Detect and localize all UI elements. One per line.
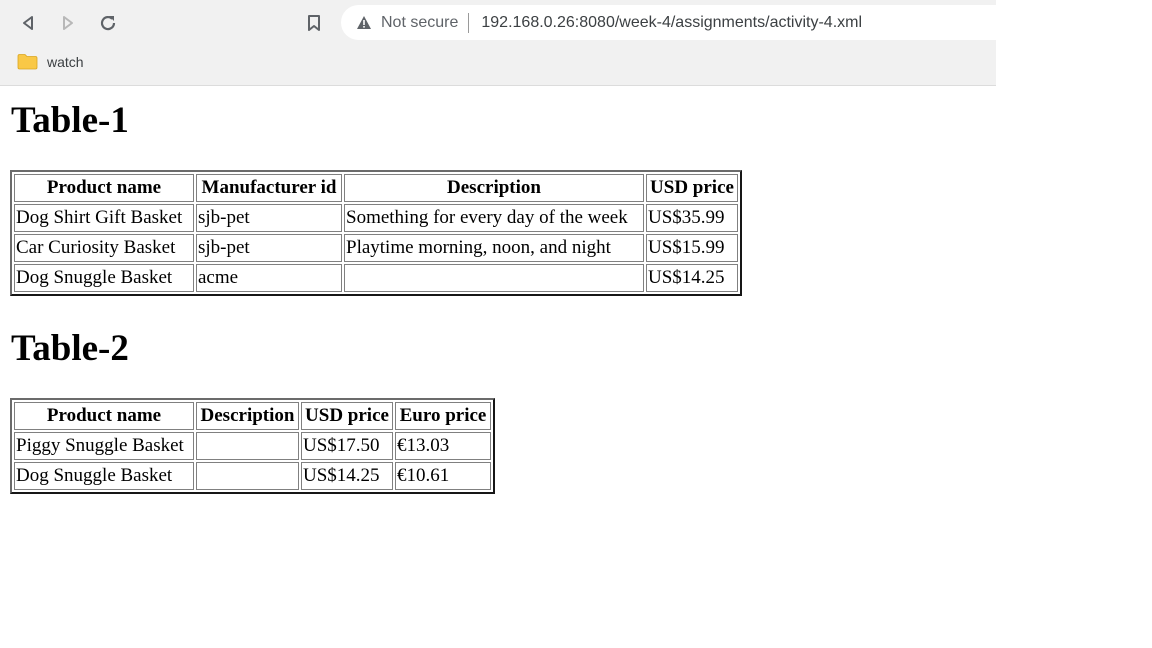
bookmark-label: watch [47, 53, 84, 70]
bookmark-icon [308, 15, 320, 31]
bookmark-folder-watch[interactable]: watch [17, 53, 84, 70]
table-row: Piggy Snuggle Basket US$17.50 €13.03 [14, 432, 491, 460]
table-cell: sjb-pet [196, 204, 342, 232]
table-cell: sjb-pet [196, 234, 342, 262]
table-cell: €10.61 [395, 462, 491, 490]
url-text[interactable]: 192.168.0.26:8080/week-4/assignments/act… [481, 14, 862, 32]
table-cell: acme [196, 264, 342, 292]
table-cell: US$15.99 [646, 234, 738, 262]
table-cell [196, 462, 299, 490]
warning-icon[interactable] [355, 14, 373, 32]
table-cell: US$14.25 [646, 264, 738, 292]
column-header: Euro price [395, 402, 491, 430]
table-cell: Dog Snuggle Basket [14, 462, 194, 490]
table-header-row: Product name Description USD price Euro … [14, 402, 491, 430]
browser-toolbar: Not secure 192.168.0.26:8080/week-4/assi… [0, 0, 1001, 86]
table-cell [344, 264, 644, 292]
table-1-heading: Table-1 [11, 100, 129, 141]
address-divider [468, 12, 470, 33]
table-cell: US$35.99 [646, 204, 738, 232]
table-cell: Piggy Snuggle Basket [14, 432, 194, 460]
forward-button[interactable] [55, 10, 81, 36]
folder-icon [17, 54, 38, 70]
table-cell: Dog Shirt Gift Basket [14, 204, 194, 232]
table-cell: US$17.50 [301, 432, 393, 460]
reload-button[interactable] [95, 10, 121, 36]
column-header: Description [344, 174, 644, 202]
table-cell: Playtime morning, noon, and night [344, 234, 644, 262]
table-row: Dog Shirt Gift Basket sjb-pet Something … [14, 204, 738, 232]
page-content: Table-1 Product name Manufacturer id Des… [0, 86, 1152, 648]
products-table-2: Product name Description USD price Euro … [10, 398, 495, 494]
table-2-heading: Table-2 [11, 328, 129, 369]
bookmark-star-button[interactable] [301, 10, 327, 36]
address-bar[interactable]: Not secure 192.168.0.26:8080/week-4/assi… [341, 5, 1001, 40]
table-cell: Something for every day of the week [344, 204, 644, 232]
reload-icon [100, 16, 116, 31]
security-status-label[interactable]: Not secure [381, 14, 458, 32]
column-header: Product name [14, 174, 194, 202]
column-header: Product name [14, 402, 194, 430]
table-header-row: Product name Manufacturer id Description… [14, 174, 738, 202]
column-header: Description [196, 402, 299, 430]
back-arrow-icon [23, 16, 33, 30]
table-cell: Car Curiosity Basket [14, 234, 194, 262]
table-cell [196, 432, 299, 460]
table-cell: US$14.25 [301, 462, 393, 490]
back-button[interactable] [15, 10, 41, 36]
table-row: Dog Snuggle Basket acme US$14.25 [14, 264, 738, 292]
table-row: Car Curiosity Basket sjb-pet Playtime mo… [14, 234, 738, 262]
column-header: Manufacturer id [196, 174, 342, 202]
column-header: USD price [301, 402, 393, 430]
products-table-1: Product name Manufacturer id Description… [10, 170, 742, 296]
forward-arrow-icon [63, 16, 73, 30]
table-cell: €13.03 [395, 432, 491, 460]
table-row: Dog Snuggle Basket US$14.25 €10.61 [14, 462, 491, 490]
table-cell: Dog Snuggle Basket [14, 264, 194, 292]
column-header: USD price [646, 174, 738, 202]
